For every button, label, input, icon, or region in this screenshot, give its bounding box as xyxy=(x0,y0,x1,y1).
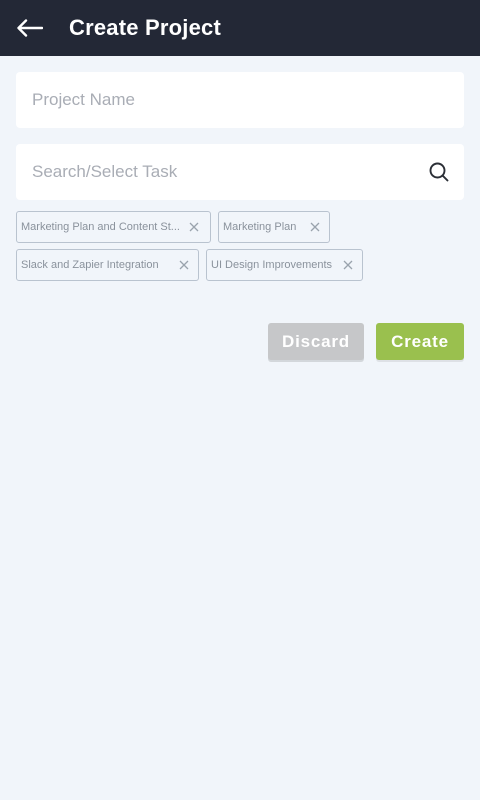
page-title: Create Project xyxy=(69,15,221,40)
task-chip: Slack and Zapier Integration xyxy=(16,249,199,281)
form-actions: Discard Create xyxy=(16,323,464,360)
close-icon[interactable] xyxy=(342,259,354,271)
form-content: Marketing Plan and Content St... Marketi… xyxy=(0,56,480,376)
search-icon[interactable] xyxy=(428,161,450,183)
task-search-input[interactable] xyxy=(16,144,464,200)
task-chip-label: UI Design Improvements xyxy=(211,259,333,271)
task-chip: Marketing Plan xyxy=(218,211,330,243)
create-button[interactable]: Create xyxy=(376,323,464,360)
discard-button[interactable]: Discard xyxy=(268,323,364,360)
task-chip-label: Marketing Plan xyxy=(223,221,297,233)
task-chip: Marketing Plan and Content St... xyxy=(16,211,211,243)
back-button[interactable] xyxy=(14,12,46,44)
selected-task-chips: Marketing Plan and Content St... Marketi… xyxy=(16,211,464,281)
task-search-field xyxy=(16,144,464,200)
close-icon[interactable] xyxy=(178,259,190,271)
close-icon[interactable] xyxy=(309,221,321,233)
app-header: Create Project xyxy=(0,0,480,56)
arrow-left-icon xyxy=(17,19,43,37)
create-project-screen: Create Project Marketing Plan and Conten… xyxy=(0,0,480,800)
close-icon[interactable] xyxy=(188,221,200,233)
task-chip-label: Slack and Zapier Integration xyxy=(21,259,159,271)
task-chip: UI Design Improvements xyxy=(206,249,363,281)
project-name-input[interactable] xyxy=(16,72,464,128)
task-chip-label: Marketing Plan and Content St... xyxy=(21,221,180,233)
project-name-field xyxy=(16,72,464,128)
